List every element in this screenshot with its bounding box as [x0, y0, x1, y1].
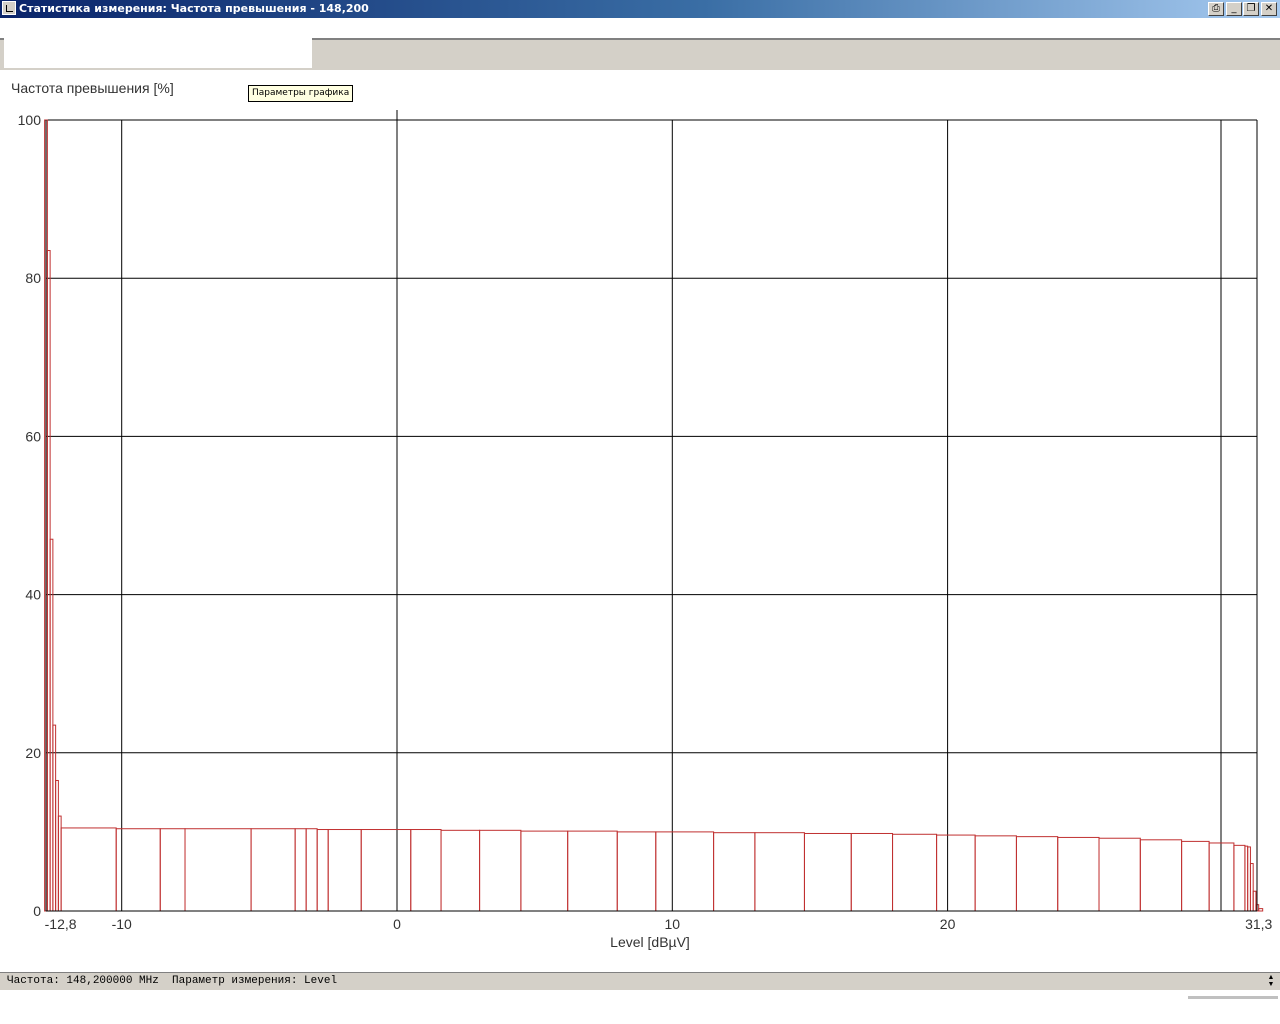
x-axis-title: Level [dBµV]	[610, 934, 690, 950]
data-bar	[316, 829, 329, 912]
data-bar	[159, 828, 186, 912]
y-tick-label: 80	[25, 270, 41, 286]
app-icon[interactable]	[2, 1, 16, 15]
restore-button[interactable]: ❐	[1243, 2, 1259, 16]
data-bar	[1098, 837, 1141, 912]
data-bar	[974, 835, 1017, 912]
data-bar	[327, 829, 362, 912]
data-bar	[294, 828, 307, 912]
data-bar	[655, 831, 715, 912]
status-text: Частота: 148,200000 MHz Параметр измерен…	[7, 975, 338, 987]
data-bar	[1181, 840, 1210, 912]
data-bar	[1208, 842, 1235, 912]
y-tick-label: 40	[25, 587, 41, 603]
data-bar	[410, 829, 442, 912]
x-tick-label: 20	[940, 916, 956, 932]
data-bar	[567, 830, 618, 912]
data-bar	[440, 829, 481, 912]
y-tick-label: 100	[18, 112, 42, 128]
toolbar-blank-area	[4, 24, 312, 68]
data-bar	[616, 831, 657, 912]
data-bar	[115, 828, 161, 912]
close-button[interactable]: ✕	[1261, 2, 1277, 16]
data-bar	[892, 833, 938, 912]
data-bar	[754, 832, 805, 912]
minimize-button[interactable]: _	[1226, 2, 1242, 16]
x-tick-label: 31,3	[1245, 916, 1272, 932]
data-bar	[803, 832, 852, 912]
print-icon[interactable]: ⎙	[1208, 2, 1224, 16]
title-bar: Статистика измерения: Частота превышения…	[0, 0, 1280, 18]
y-tick-label: 20	[25, 745, 41, 761]
data-bar	[1015, 836, 1059, 912]
axes	[45, 120, 1258, 912]
data-bar	[1258, 908, 1264, 912]
data-bar	[1233, 844, 1246, 912]
scroll-up-button[interactable]: ▲	[1264, 974, 1278, 981]
data-bar	[305, 828, 318, 912]
x-tick-labels: -12,8 -10 0 10 20 31,3	[45, 916, 1273, 932]
data-bar	[60, 827, 117, 912]
data-bar	[1139, 839, 1183, 912]
scroll-down-button[interactable]: ▼	[1264, 981, 1278, 988]
data-bar	[479, 829, 522, 912]
data-bar	[520, 830, 569, 912]
data-bars	[44, 119, 1264, 912]
x-tick-label: 0	[393, 916, 401, 932]
status-bar: Частота: 148,200000 MHz Параметр измерен…	[0, 972, 1280, 990]
bottom-scrollbar[interactable]	[1188, 996, 1278, 999]
data-bar	[850, 832, 894, 912]
data-bar	[184, 828, 252, 912]
data-bar	[1057, 836, 1100, 912]
bottom-panel	[0, 990, 1280, 1024]
y-tick-label: 60	[25, 428, 41, 444]
data-bar	[936, 834, 976, 912]
y-tick-labels: 0 20 40 60 80 100	[18, 112, 42, 919]
data-bar	[360, 829, 412, 912]
data-bar	[250, 828, 296, 912]
x-tick-label: 10	[665, 916, 681, 932]
exceedance-chart[interactable]: 0 20 40 60 80 100 -12,8 -10 0 10 20 31,3 Level [dB…	[0, 70, 1280, 972]
y-tick-label: 0	[33, 903, 41, 919]
x-tick-label: -12,8	[45, 916, 77, 932]
grid-lines	[46, 110, 1257, 911]
x-tick-label: -10	[112, 916, 132, 932]
data-bar	[713, 832, 756, 912]
window-title: Статистика измерения: Частота превышения…	[19, 2, 369, 15]
